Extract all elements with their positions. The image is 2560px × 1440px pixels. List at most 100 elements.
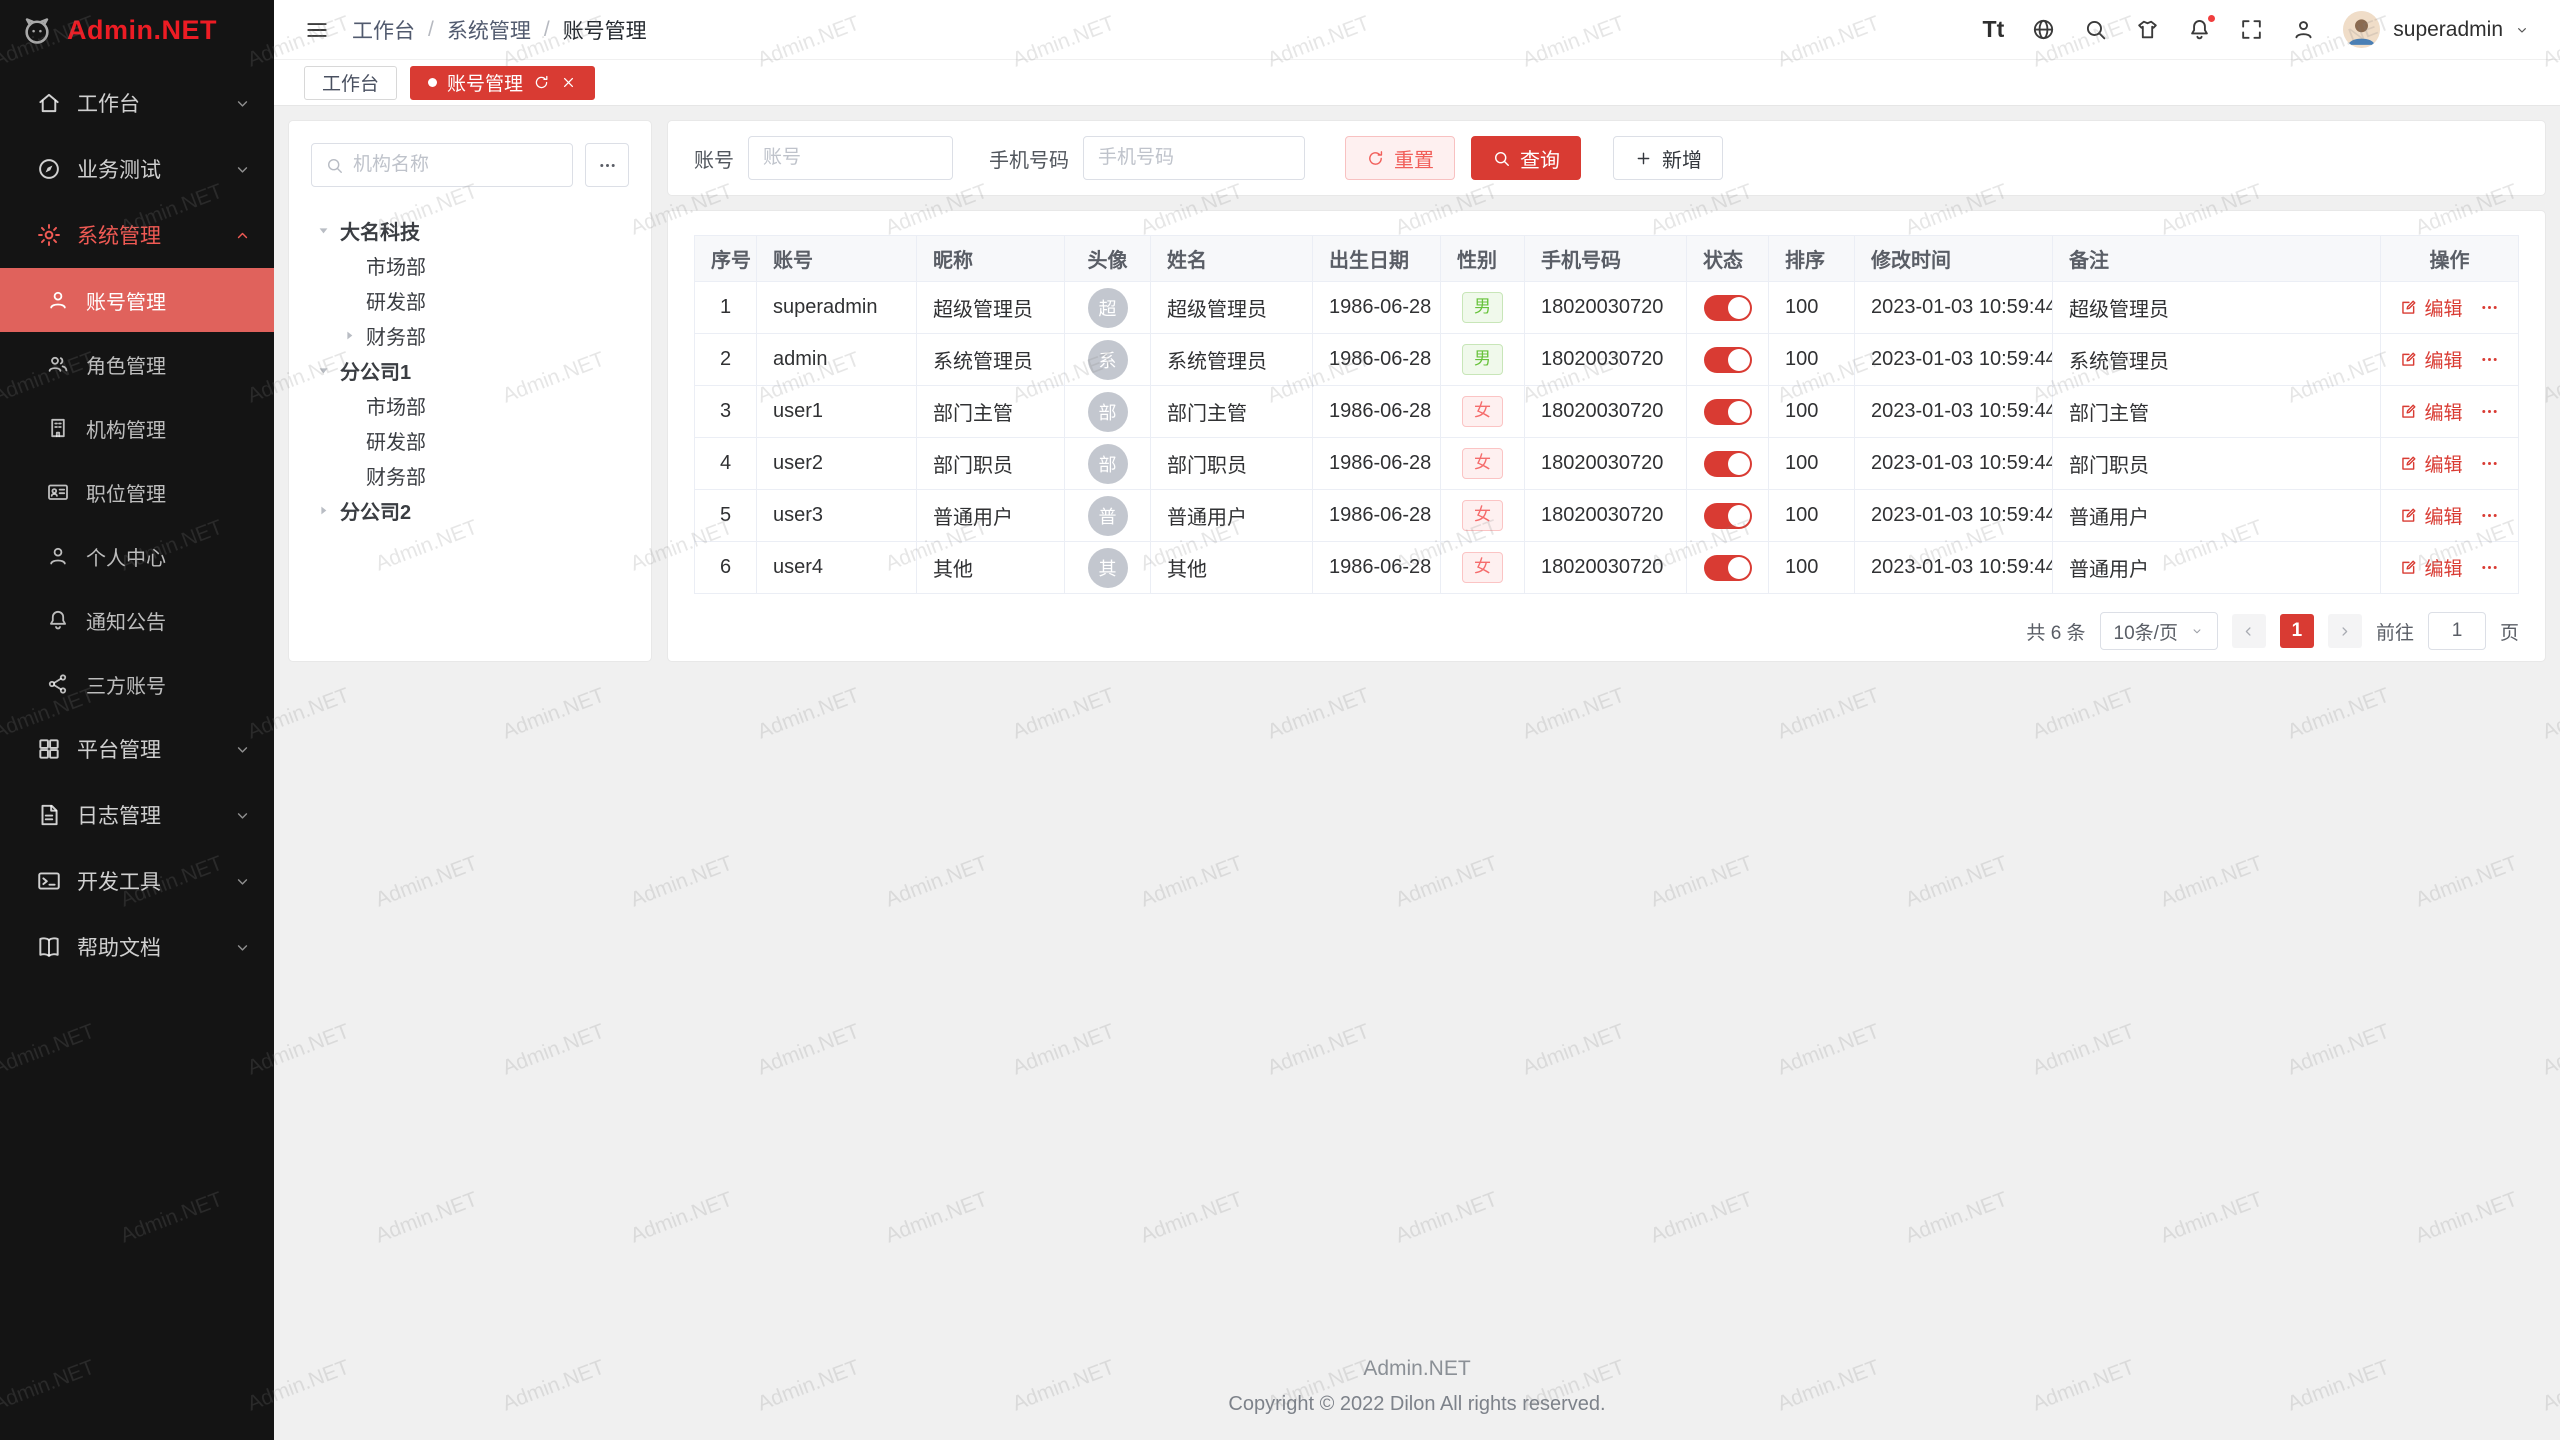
page-size-select[interactable]: 10条/页 [2100,612,2218,650]
add-button[interactable]: 新增 [1613,136,1723,180]
bell-icon [46,608,70,632]
header-actions: Tt superadmin [1983,11,2530,48]
row-more-button[interactable] [2479,297,2500,318]
edit-button[interactable]: 编辑 [2399,398,2462,425]
edit-button[interactable]: 编辑 [2399,346,2462,373]
sidebar-item-doc[interactable]: 日志管理 [0,782,274,848]
chevron-down-icon[interactable] [2514,22,2530,38]
sidebar-subitem-user[interactable]: 账号管理 [0,268,274,332]
status-toggle[interactable] [1704,347,1752,373]
tree-node[interactable]: 分公司2 [311,493,629,528]
row-more-button[interactable] [2479,453,2500,474]
org-search-box [311,143,573,187]
row-more-button[interactable] [2479,349,2500,370]
org-search-input[interactable] [353,154,559,176]
sidebar-item-book[interactable]: 帮助文档 [0,914,274,980]
font-size-icon[interactable]: Tt [1983,16,2005,43]
chevron-up-icon [233,226,252,245]
breadcrumb-item[interactable]: 系统管理 [447,15,531,45]
page-number-button[interactable]: 1 [2280,614,2314,648]
tree-node[interactable]: 财务部 [311,318,629,353]
edit-button[interactable]: 编辑 [2399,554,2462,581]
goto-page-input[interactable] [2428,612,2486,650]
sidebar-subitem-building[interactable]: 机构管理 [0,396,274,460]
next-page-button[interactable] [2328,614,2362,648]
breadcrumb-item[interactable]: 工作台 [352,15,415,45]
more-icon [597,155,618,176]
sidebar-item-grid[interactable]: 平台管理 [0,716,274,782]
row-more-button[interactable] [2479,557,2500,578]
brand-logo[interactable]: Admin.NET [0,0,274,60]
edit-button[interactable]: 编辑 [2399,450,2462,477]
tree-node[interactable]: 财务部 [311,458,629,493]
status-toggle[interactable] [1704,399,1752,425]
cell-modified-time: 2023-01-03 10:59:44 [1855,334,2053,386]
sidebar-subitem-share[interactable]: 三方账号 [0,652,274,716]
chevron-down-icon [233,872,252,891]
row-more-button[interactable] [2479,505,2500,526]
tree-node[interactable]: 大名科技 [311,213,629,248]
sidebar-item-gear[interactable]: 系统管理 [0,202,274,268]
cell-modified-time: 2023-01-03 10:59:44 [1855,490,2053,542]
sidebar-menu: 工作台业务测试系统管理账号管理角色管理机构管理职位管理个人中心通知公告三方账号平… [0,60,274,980]
sidebar-subitem-idcard[interactable]: 职位管理 [0,460,274,524]
language-icon[interactable] [2031,17,2056,42]
tab-1[interactable]: 账号管理 [410,66,595,100]
idcard-icon [46,480,70,504]
tree-node[interactable]: 分公司1 [311,353,629,388]
toggle-knob [1728,297,1750,319]
tree-more-button[interactable] [585,143,629,187]
tab-refresh-icon[interactable] [533,74,550,91]
username[interactable]: superadmin [2393,18,2503,42]
sidebar-subitem-bell[interactable]: 通知公告 [0,588,274,652]
breadcrumb-item[interactable]: 账号管理 [563,15,647,45]
edit-button[interactable]: 编辑 [2399,294,2462,321]
edit-icon [2399,350,2418,369]
account-input[interactable] [748,136,953,180]
sidebar-item-compass[interactable]: 业务测试 [0,136,274,202]
search-button[interactable]: 查询 [1471,136,1581,180]
theme-icon[interactable] [2135,17,2160,42]
status-toggle[interactable] [1704,503,1752,529]
row-more-button[interactable] [2479,401,2500,422]
user-avatar[interactable] [2343,11,2380,48]
tree-node[interactable]: 研发部 [311,283,629,318]
accounts-table: 序号账号昵称头像姓名出生日期性别手机号码状态排序修改时间备注操作 1 super… [694,235,2519,594]
caret-down-icon[interactable] [315,222,332,239]
status-toggle[interactable] [1704,555,1752,581]
prev-page-button[interactable] [2232,614,2266,648]
edit-button[interactable]: 编辑 [2399,502,2462,529]
reset-button[interactable]: 重置 [1345,136,1455,180]
column-header: 操作 [2381,236,2519,282]
status-toggle[interactable] [1704,451,1752,477]
hamburger-menu-icon[interactable] [304,17,330,43]
profile-icon[interactable] [2291,17,2316,42]
app-root: Admin.NET 工作台业务测试系统管理账号管理角色管理机构管理职位管理个人中… [0,0,2560,1440]
caret-right-icon[interactable] [341,327,358,344]
sidebar-subitem-label: 通知公告 [86,606,166,635]
tree-node[interactable]: 研发部 [311,423,629,458]
notification-bell[interactable] [2187,17,2212,42]
sidebar-subitem-users[interactable]: 角色管理 [0,332,274,396]
cell-order: 100 [1769,438,1855,490]
search-icon[interactable] [2083,17,2108,42]
caret-right-icon[interactable] [315,502,332,519]
cell-remark: 部门主管 [2053,386,2381,438]
phone-input[interactable] [1083,136,1305,180]
sidebar-subitem-profile[interactable]: 个人中心 [0,524,274,588]
cell-name: 普通用户 [1151,490,1313,542]
page-size-value: 10条/页 [2114,618,2178,645]
sidebar-item-terminal[interactable]: 开发工具 [0,848,274,914]
sidebar-item-label: 帮助文档 [77,932,218,962]
fullscreen-icon[interactable] [2239,17,2264,42]
table-row: 3 user1 部门主管 部 部门主管 1986-06-28 女 1802003… [695,386,2519,438]
sidebar-item-home[interactable]: 工作台 [0,70,274,136]
tab-0[interactable]: 工作台 [304,66,397,100]
tree-node[interactable]: 市场部 [311,248,629,283]
sidebar-subitem-label: 个人中心 [86,542,166,571]
status-toggle[interactable] [1704,295,1752,321]
caret-down-icon[interactable] [315,362,332,379]
tab-close-icon[interactable] [560,74,577,91]
tree-node[interactable]: 市场部 [311,388,629,423]
row-actions: 编辑 [2397,346,2502,373]
